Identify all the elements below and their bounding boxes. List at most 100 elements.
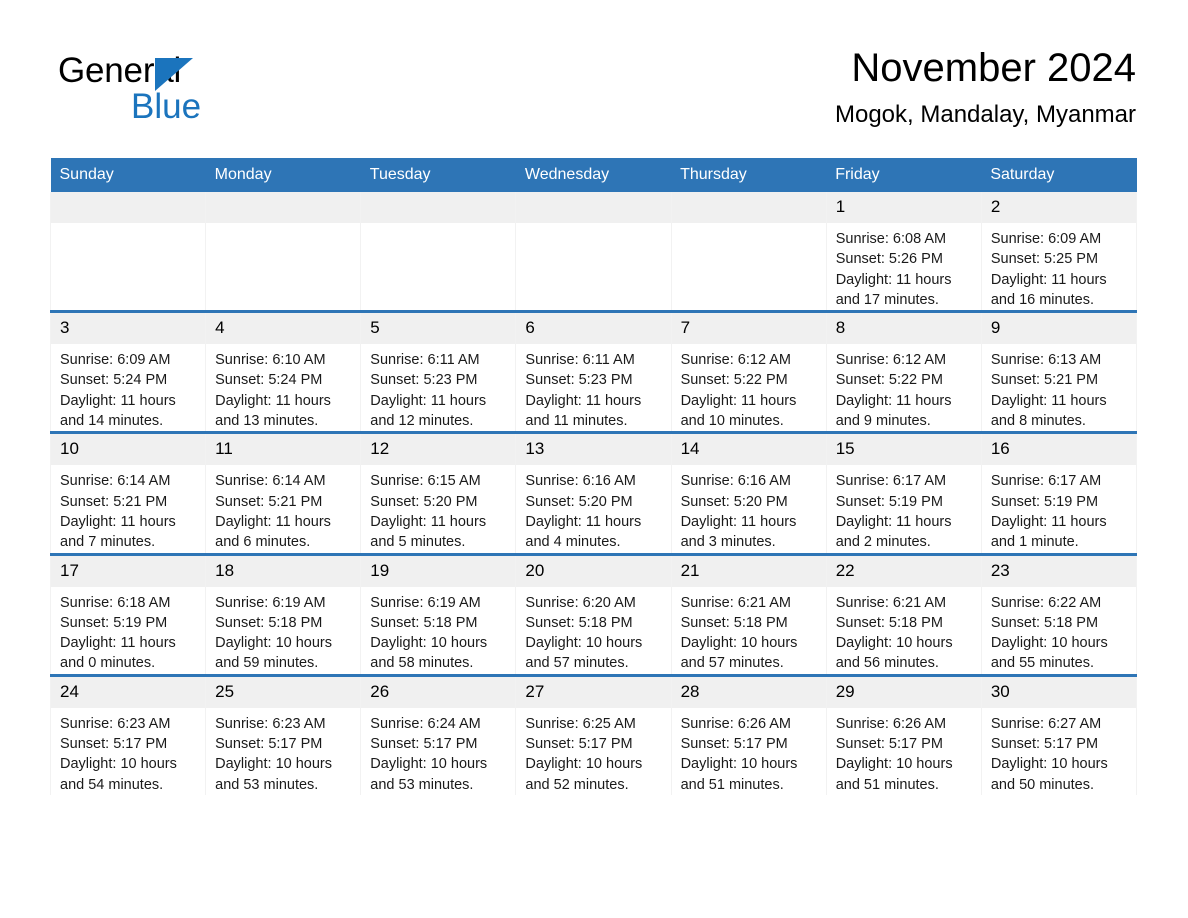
sunset-text: Sunset: 5:17 PM bbox=[370, 736, 478, 753]
day-details bbox=[361, 223, 515, 229]
sunset-text: Sunset: 5:18 PM bbox=[680, 614, 788, 631]
day-number: 26 bbox=[361, 676, 516, 708]
day-details bbox=[206, 223, 360, 229]
day-cell[interactable] bbox=[205, 192, 362, 312]
day-cell[interactable]: 22 Sunrise: 6:21 AM Sunset: 5:18 PM Dayl… bbox=[825, 552, 982, 676]
day-cell[interactable]: 23 Sunrise: 6:22 AM Sunset: 5:18 PM Dayl… bbox=[980, 552, 1138, 676]
day-number: 22 bbox=[826, 555, 981, 587]
day-cell[interactable]: 30 Sunrise: 6:27 AM Sunset: 5:17 PM Dayl… bbox=[980, 673, 1138, 795]
day-details bbox=[672, 223, 826, 229]
daylight-text-line1: Daylight: 10 hours bbox=[525, 756, 643, 773]
day-details: Sunrise: 6:09 AM Sunset: 5:25 PM Dayligh… bbox=[982, 223, 1136, 310]
page-title: November 2024 bbox=[851, 46, 1136, 90]
day-cell[interactable]: 24 Sunrise: 6:23 AM Sunset: 5:17 PM Dayl… bbox=[49, 673, 207, 795]
daylight-text-line2: and 8 minutes. bbox=[990, 413, 1086, 430]
day-number: 9 bbox=[981, 313, 1136, 345]
day-details bbox=[516, 223, 670, 229]
sunrise-text: Sunrise: 6:20 AM bbox=[525, 594, 636, 611]
day-cell[interactable] bbox=[49, 192, 207, 312]
day-cell[interactable]: 7 Sunrise: 6:12 AM Sunset: 5:22 PM Dayli… bbox=[670, 310, 827, 433]
day-details: Sunrise: 6:21 AM Sunset: 5:18 PM Dayligh… bbox=[827, 587, 981, 674]
day-cell[interactable] bbox=[515, 192, 672, 312]
day-cell[interactable]: 2 Sunrise: 6:09 AM Sunset: 5:25 PM Dayli… bbox=[980, 192, 1138, 312]
day-cell[interactable]: 26 Sunrise: 6:24 AM Sunset: 5:17 PM Dayl… bbox=[360, 673, 517, 795]
week-row: 24 Sunrise: 6:23 AM Sunset: 5:17 PM Dayl… bbox=[49, 673, 1138, 795]
sunrise-text: Sunrise: 6:18 AM bbox=[60, 594, 171, 611]
sunset-text: Sunset: 5:18 PM bbox=[215, 614, 323, 631]
daylight-text-line2: and 53 minutes. bbox=[215, 776, 319, 793]
day-cell[interactable]: 15 Sunrise: 6:17 AM Sunset: 5:19 PM Dayl… bbox=[825, 431, 982, 555]
day-cell[interactable]: 19 Sunrise: 6:19 AM Sunset: 5:18 PM Dayl… bbox=[360, 552, 517, 676]
weekday-header-wednesday: Wednesday bbox=[515, 158, 672, 192]
weekday-header-sunday: Sunday bbox=[50, 158, 206, 192]
daylight-text-line1: Daylight: 10 hours bbox=[990, 635, 1108, 652]
sunrise-text: Sunrise: 6:23 AM bbox=[60, 715, 171, 732]
sunset-text: Sunset: 5:22 PM bbox=[835, 372, 943, 389]
day-cell[interactable]: 1 Sunrise: 6:08 AM Sunset: 5:26 PM Dayli… bbox=[825, 192, 982, 312]
calendar-body: 1 Sunrise: 6:08 AM Sunset: 5:26 PM Dayli… bbox=[49, 192, 1138, 795]
daylight-text-line2: and 59 minutes. bbox=[215, 655, 319, 672]
day-cell[interactable]: 27 Sunrise: 6:25 AM Sunset: 5:17 PM Dayl… bbox=[515, 673, 672, 795]
day-details: Sunrise: 6:11 AM Sunset: 5:23 PM Dayligh… bbox=[516, 344, 670, 431]
daylight-text-line1: Daylight: 11 hours bbox=[990, 513, 1107, 530]
sunset-text: Sunset: 5:19 PM bbox=[835, 493, 943, 510]
daylight-text-line2: and 57 minutes. bbox=[525, 655, 629, 672]
day-number: 28 bbox=[671, 676, 826, 708]
sunset-text: Sunset: 5:20 PM bbox=[525, 493, 633, 510]
day-number: 16 bbox=[981, 434, 1136, 466]
day-cell[interactable]: 18 Sunrise: 6:19 AM Sunset: 5:18 PM Dayl… bbox=[205, 552, 362, 676]
weekday-header-monday: Monday bbox=[205, 158, 361, 192]
day-cell[interactable]: 5 Sunrise: 6:11 AM Sunset: 5:23 PM Dayli… bbox=[360, 310, 517, 433]
sunrise-text: Sunrise: 6:27 AM bbox=[990, 715, 1102, 732]
day-cell[interactable]: 3 Sunrise: 6:09 AM Sunset: 5:24 PM Dayli… bbox=[49, 310, 207, 433]
daylight-text-line2: and 16 minutes. bbox=[990, 291, 1095, 308]
daylight-text-line2: and 58 minutes. bbox=[370, 655, 474, 672]
generalblue-logo[interactable]: General Blue bbox=[58, 52, 318, 132]
day-cell[interactable]: 21 Sunrise: 6:21 AM Sunset: 5:18 PM Dayl… bbox=[670, 552, 827, 676]
day-number: 11 bbox=[206, 434, 361, 466]
daylight-text-line2: and 7 minutes. bbox=[60, 534, 156, 551]
day-cell[interactable]: 10 Sunrise: 6:14 AM Sunset: 5:21 PM Dayl… bbox=[49, 431, 207, 555]
day-number: 20 bbox=[516, 555, 671, 587]
day-cell[interactable]: 29 Sunrise: 6:26 AM Sunset: 5:17 PM Dayl… bbox=[825, 673, 982, 795]
day-details: Sunrise: 6:08 AM Sunset: 5:26 PM Dayligh… bbox=[827, 223, 981, 310]
day-cell[interactable] bbox=[360, 192, 517, 312]
day-cell[interactable]: 11 Sunrise: 6:14 AM Sunset: 5:21 PM Dayl… bbox=[205, 431, 362, 555]
week-row: 10 Sunrise: 6:14 AM Sunset: 5:21 PM Dayl… bbox=[49, 431, 1138, 555]
daylight-text-line2: and 11 minutes. bbox=[525, 413, 628, 430]
daylight-text-line1: Daylight: 11 hours bbox=[680, 392, 797, 409]
day-details: Sunrise: 6:26 AM Sunset: 5:17 PM Dayligh… bbox=[672, 708, 826, 795]
day-details: Sunrise: 6:17 AM Sunset: 5:19 PM Dayligh… bbox=[827, 465, 981, 552]
day-cell[interactable]: 17 Sunrise: 6:18 AM Sunset: 5:19 PM Dayl… bbox=[49, 552, 207, 676]
sunrise-text: Sunrise: 6:14 AM bbox=[215, 473, 326, 490]
day-cell[interactable]: 4 Sunrise: 6:10 AM Sunset: 5:24 PM Dayli… bbox=[205, 310, 362, 433]
daylight-text-line2: and 17 minutes. bbox=[835, 291, 939, 308]
sunrise-text: Sunrise: 6:19 AM bbox=[370, 594, 481, 611]
day-number bbox=[516, 192, 671, 223]
day-number: 21 bbox=[671, 555, 826, 587]
day-details: Sunrise: 6:19 AM Sunset: 5:18 PM Dayligh… bbox=[361, 587, 515, 674]
sunrise-text: Sunrise: 6:16 AM bbox=[680, 473, 791, 490]
day-cell[interactable]: 25 Sunrise: 6:23 AM Sunset: 5:17 PM Dayl… bbox=[205, 673, 362, 795]
daylight-text-line2: and 9 minutes. bbox=[835, 413, 931, 430]
daylight-text-line2: and 56 minutes. bbox=[835, 655, 939, 672]
week-row: 1 Sunrise: 6:08 AM Sunset: 5:26 PM Dayli… bbox=[49, 192, 1138, 312]
day-cell[interactable]: 13 Sunrise: 6:16 AM Sunset: 5:20 PM Dayl… bbox=[515, 431, 672, 555]
calendar-table: Sunday Monday Tuesday Wednesday Thursday… bbox=[49, 158, 1138, 795]
day-cell[interactable]: 14 Sunrise: 6:16 AM Sunset: 5:20 PM Dayl… bbox=[670, 431, 827, 555]
sunrise-text: Sunrise: 6:22 AM bbox=[990, 594, 1102, 611]
day-cell[interactable]: 12 Sunrise: 6:15 AM Sunset: 5:20 PM Dayl… bbox=[360, 431, 517, 555]
day-cell[interactable] bbox=[670, 192, 827, 312]
daylight-text-line1: Daylight: 10 hours bbox=[835, 756, 953, 773]
sunrise-text: Sunrise: 6:24 AM bbox=[370, 715, 481, 732]
day-cell[interactable]: 28 Sunrise: 6:26 AM Sunset: 5:17 PM Dayl… bbox=[670, 673, 827, 795]
day-details: Sunrise: 6:10 AM Sunset: 5:24 PM Dayligh… bbox=[206, 344, 360, 431]
day-cell[interactable]: 9 Sunrise: 6:13 AM Sunset: 5:21 PM Dayli… bbox=[980, 310, 1138, 433]
day-number: 10 bbox=[51, 434, 206, 466]
day-cell[interactable]: 8 Sunrise: 6:12 AM Sunset: 5:22 PM Dayli… bbox=[825, 310, 982, 433]
day-cell[interactable]: 20 Sunrise: 6:20 AM Sunset: 5:18 PM Dayl… bbox=[515, 552, 672, 676]
day-cell[interactable]: 16 Sunrise: 6:17 AM Sunset: 5:19 PM Dayl… bbox=[980, 431, 1138, 555]
day-cell[interactable]: 6 Sunrise: 6:11 AM Sunset: 5:23 PM Dayli… bbox=[515, 310, 672, 433]
sunrise-text: Sunrise: 6:26 AM bbox=[835, 715, 947, 732]
day-details: Sunrise: 6:24 AM Sunset: 5:17 PM Dayligh… bbox=[361, 708, 515, 795]
